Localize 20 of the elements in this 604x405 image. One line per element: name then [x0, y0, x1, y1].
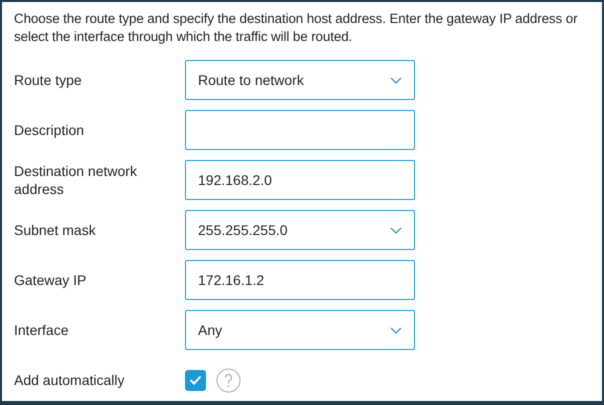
chevron-down-icon — [390, 76, 402, 84]
instruction-text: Choose the route type and specify the destination host address. Enter the gateway IP address or select the interface through which the traffic will be routed. — [14, 10, 578, 46]
input-field[interactable] — [185, 110, 415, 150]
field-label: Description — [14, 121, 86, 139]
field-label: Gateway IP — [14, 271, 88, 289]
field-label: Interface — [14, 321, 70, 339]
dropdown[interactable]: 255.255.255.0 — [185, 210, 415, 250]
field-label: Add automatically — [14, 371, 126, 389]
input-field[interactable]: 192.168.2.0 — [185, 160, 415, 200]
chevron-down-icon — [390, 226, 402, 234]
field-label: Subnet mask — [14, 221, 97, 239]
field-label: Route type — [14, 71, 83, 89]
chevron-down-icon — [390, 326, 402, 334]
checkmark-icon — [189, 375, 202, 385]
dropdown[interactable]: Route to network — [185, 60, 415, 100]
help-icon[interactable] — [216, 368, 241, 392]
dropdown[interactable]: Any — [185, 310, 415, 350]
input-field[interactable]: 172.16.1.2 — [185, 260, 415, 300]
field-label: Destination network address — [14, 162, 138, 198]
checkbox[interactable] — [185, 370, 206, 390]
